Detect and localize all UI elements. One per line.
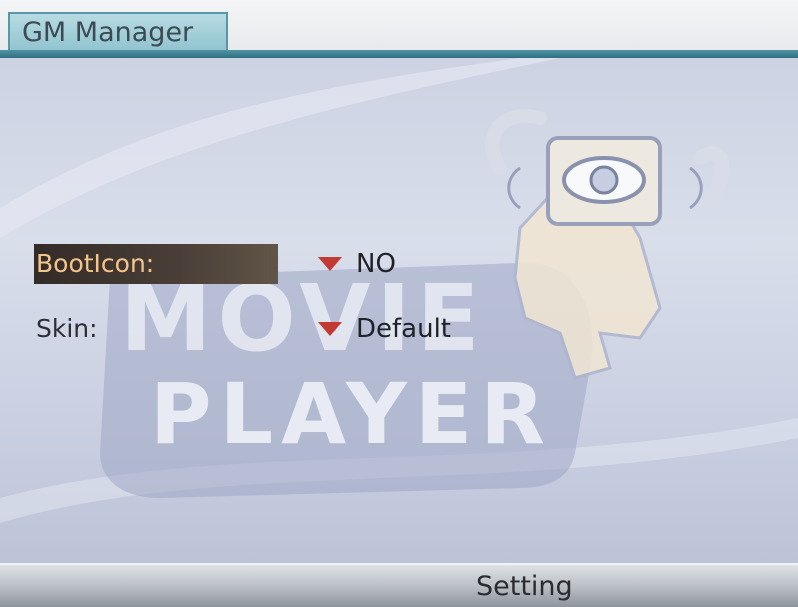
setting-softkey[interactable]: Setting: [476, 571, 573, 602]
setting-value-booticon[interactable]: NO: [356, 244, 396, 284]
bottom-softkey-bar: Setting: [0, 563, 798, 607]
app-title-tab[interactable]: GM Manager: [8, 12, 228, 52]
setting-row-skin[interactable]: Skin: Default: [34, 309, 594, 349]
setting-label-booticon: BootIcon:: [34, 244, 278, 284]
svg-text:PLAYER: PLAYER: [150, 365, 553, 463]
setting-value-skin[interactable]: Default: [356, 309, 451, 349]
title-divider: [0, 50, 798, 58]
setting-label-skin: Skin:: [36, 314, 98, 343]
logo-player-text: PLAYER: [150, 365, 553, 463]
title-bar: GM Manager: [0, 0, 798, 58]
setting-row-booticon[interactable]: BootIcon: NO: [34, 244, 594, 284]
dropdown-arrow-icon[interactable]: [318, 322, 342, 336]
device-screen: MOVIE PLAYER GM Manager BootIcon: NO Ski…: [0, 0, 798, 607]
dropdown-arrow-icon[interactable]: [318, 257, 342, 271]
